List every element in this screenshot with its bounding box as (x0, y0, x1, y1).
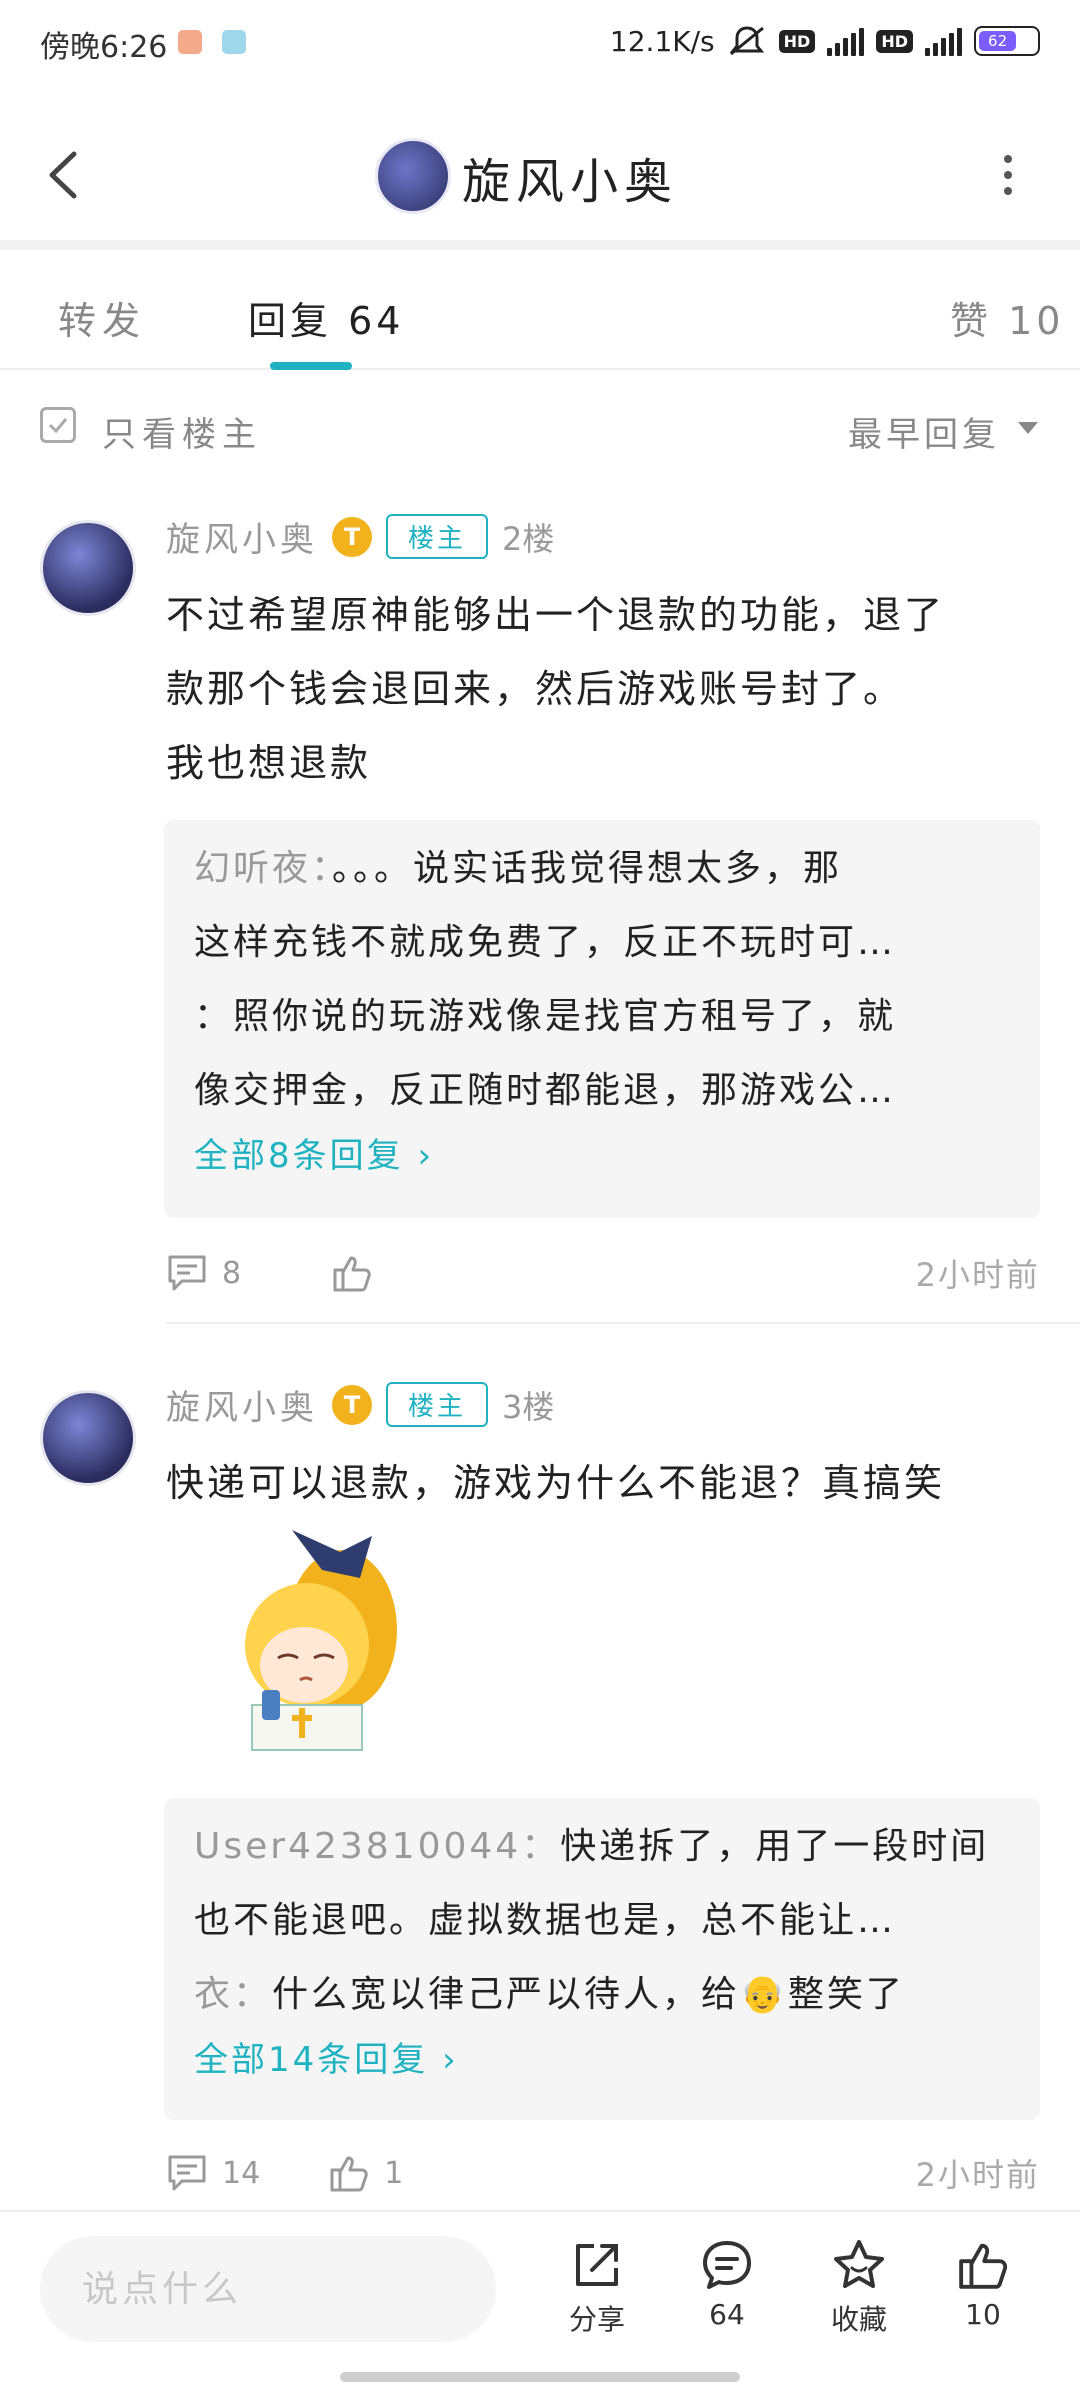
level-badge-icon: T (332, 516, 372, 557)
chat-bubble-icon (703, 2241, 751, 2289)
tab-bar: 转发 回复 64 赞 10 (0, 250, 1080, 370)
mute-bell-icon (729, 26, 764, 56)
op-badge: 楼主 (386, 514, 489, 559)
notification-app-icon (222, 30, 246, 54)
avatar[interactable] (40, 1390, 136, 1486)
back-arrow-icon[interactable] (40, 148, 84, 202)
likes-count-label: 10 (965, 2298, 1001, 2331)
tab-likes[interactable]: 赞 10 (950, 290, 1064, 345)
favorite-label: 收藏 (830, 2303, 887, 2336)
only-op-checkbox[interactable] (40, 407, 76, 443)
reply-preview-line: User423810044：快递拆了，用了一段时间 (194, 1826, 990, 1867)
comment-input[interactable] (40, 2236, 496, 2342)
post-content: 快递可以退款，游戏为什么不能退？真搞笑 (166, 1446, 1066, 1520)
post-actions: 8 2小时前 (166, 1248, 1040, 1298)
favorite-button[interactable]: 收藏 (804, 2238, 914, 2338)
status-time: 傍晚6:26 (40, 30, 168, 65)
comment-count: 14 (222, 2155, 261, 2191)
more-options-icon[interactable] (1000, 155, 1016, 195)
content-line: 我也想退款 (166, 741, 372, 785)
notification-app-icon (178, 30, 202, 54)
share-icon (576, 2244, 618, 2286)
post-actions: 14 1 2小时前 (166, 2148, 1040, 2198)
post-time: 2小时前 (915, 1256, 1040, 1294)
comment-icon[interactable] (166, 1253, 208, 1293)
comment-count: 8 (222, 1255, 242, 1291)
signal-icon (925, 26, 962, 56)
reply-preview-line: ：照你说的玩游戏像是找官方租号了，就 (194, 996, 897, 1037)
net-speed: 12.1K/s (609, 24, 715, 58)
avatar[interactable] (40, 520, 136, 616)
like-thumb-icon (959, 2243, 1008, 2289)
post-meta: 旋风小奥 T 楼主 3楼 (166, 1380, 554, 1429)
tab-reposts[interactable]: 转发 (58, 290, 146, 345)
page-title: 旋风小奥 (462, 154, 679, 210)
share-button[interactable]: 分享 (542, 2238, 652, 2338)
post-meta: 旋风小奥 T 楼主 2楼 (166, 512, 554, 561)
comments-button[interactable]: 64 (672, 2238, 782, 2331)
op-badge: 楼主 (386, 1382, 489, 1427)
reply-preview-box[interactable]: 幻听夜：。。。说实话我觉得想太多，那 这样充钱不就成免费了，反正不玩时可… ：照… (164, 820, 1040, 1218)
anime-sticker-image[interactable] (222, 1530, 412, 1760)
like-button[interactable]: 10 (928, 2238, 1038, 2331)
reply-preview-line: 像交押金，反正随时都能退，那游戏公… (194, 1070, 897, 1111)
caret-down-icon[interactable] (1018, 422, 1038, 434)
author-name[interactable]: 旋风小奥 (166, 512, 318, 561)
only-op-label[interactable]: 只看楼主 (102, 407, 262, 456)
like-count: 1 (384, 2155, 404, 2191)
like-thumb-icon[interactable] (328, 2152, 370, 2194)
share-label: 分享 (568, 2303, 625, 2336)
signal-icon (827, 26, 865, 56)
view-all-replies-link[interactable]: 全部14条回复 › (194, 2032, 1010, 2088)
star-icon (834, 2240, 884, 2288)
author-name[interactable]: 旋风小奥 (166, 1380, 318, 1429)
reply-preview-line: 幻听夜：。。。说实话我觉得想太多，那 (194, 848, 843, 889)
reply-preview-line: 也不能退吧。虚拟数据也是，总不能让… (194, 1900, 897, 1941)
hd-badge: HD (876, 29, 913, 53)
sort-dropdown[interactable]: 最早回复 (848, 407, 1000, 456)
like-thumb-icon[interactable] (331, 1252, 373, 1294)
comments-count-label: 64 (709, 2298, 745, 2331)
content-line: 款那个钱会退回来，然后游戏账号封了。 (166, 667, 905, 711)
content-line: 不过希望原神能够出一个退款的功能，退了 (166, 593, 946, 637)
level-badge-icon: T (332, 1384, 372, 1425)
tab-replies[interactable]: 回复 64 (248, 290, 404, 345)
reply-preview-line: 这样充钱不就成免费了，反正不玩时可… (194, 922, 897, 963)
title-bar: 旋风小奥 (0, 100, 1080, 250)
author-avatar[interactable] (375, 138, 451, 214)
battery-level: 62 (979, 31, 1017, 51)
content-line: 快递可以退款，游戏为什么不能退？真搞笑 (166, 1461, 946, 1505)
view-all-replies-link[interactable]: 全部8条回复 › (194, 1128, 1010, 1184)
post-time: 2小时前 (915, 2156, 1040, 2194)
reply-preview-box[interactable]: User423810044：快递拆了，用了一段时间 也不能退吧。虚拟数据也是，总… (164, 1798, 1040, 2120)
home-indicator[interactable] (340, 2372, 740, 2382)
battery-icon: 62 (974, 26, 1040, 56)
post-content: 不过希望原神能够出一个退款的功能，退了 款那个钱会退回来，然后游戏账号封了。 我… (166, 578, 1046, 800)
divider (166, 1322, 1080, 1324)
status-indicators: 12.1K/s HD HD 62 (610, 24, 1040, 58)
status-bar: 傍晚6:26 12.1K/s HD HD 62 (0, 0, 1080, 90)
filter-row: 只看楼主 最早回复 (0, 370, 1080, 485)
comment-icon[interactable] (166, 2153, 208, 2193)
active-tab-indicator (270, 362, 352, 370)
floor-number: 2楼 (502, 519, 555, 558)
hd-badge: HD (778, 29, 816, 53)
check-icon (48, 418, 68, 434)
reply-preview-line: 衣：什么宽以律己严以待人，给👴整笑了 (194, 1974, 905, 2015)
floor-number: 3楼 (502, 1387, 555, 1426)
